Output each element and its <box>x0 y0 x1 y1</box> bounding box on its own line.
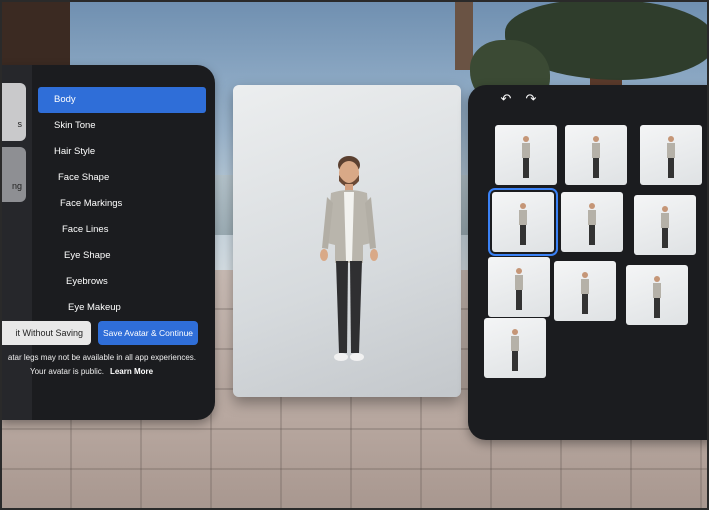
body-option-thumbnail-selected[interactable] <box>488 188 558 256</box>
body-option-thumbnail[interactable] <box>626 265 688 325</box>
body-option-thumbnail[interactable] <box>484 318 546 378</box>
save-avatar-button[interactable]: Save Avatar & Continue <box>98 321 198 345</box>
menu-item-face-lines[interactable]: Face Lines <box>38 217 206 243</box>
avatar-thumbnail-icon <box>515 268 523 310</box>
avatar-thumbnail-icon <box>661 206 669 248</box>
body-options-panel: ↶ ↷ <box>468 85 709 440</box>
menu-item-face-markings[interactable]: Face Markings <box>38 191 206 217</box>
redo-icon[interactable]: ↷ <box>523 91 539 107</box>
menu-item-eyebrows[interactable]: Eyebrows <box>38 269 206 295</box>
body-option-thumbnail[interactable] <box>565 125 627 185</box>
category-rail: s ng <box>0 65 32 420</box>
category-button-label: s <box>17 119 23 129</box>
legs-disclaimer: atar legs may not be available in all ap… <box>7 353 196 362</box>
menu-item-hair-style[interactable]: Hair Style <box>38 139 206 165</box>
body-option-thumbnail[interactable] <box>634 195 696 255</box>
customization-menu-panel: s ng Body Skin Tone Hair Style Face Shap… <box>0 65 215 420</box>
avatar-thumbnail-icon <box>511 329 519 371</box>
avatar-thumbnail-icon <box>592 136 600 178</box>
avatar-thumbnail-icon <box>519 203 527 245</box>
undo-icon[interactable]: ↶ <box>498 91 514 107</box>
avatar-thumbnail-icon <box>653 276 661 318</box>
body-option-thumbnail[interactable] <box>561 192 623 252</box>
avatar-thumbnail-icon <box>588 203 596 245</box>
pillar <box>0 0 70 70</box>
exit-without-saving-button[interactable]: it Without Saving <box>0 321 91 345</box>
body-option-thumbnail[interactable] <box>495 125 557 185</box>
category-button[interactable]: ng <box>0 147 26 202</box>
body-option-thumbnail[interactable] <box>488 257 550 317</box>
avatar-thumbnail-icon <box>667 136 675 178</box>
menu-item-eye-shape[interactable]: Eye Shape <box>38 243 206 269</box>
avatar-thumbnail-icon <box>581 272 589 314</box>
menu-item-eye-makeup[interactable]: Eye Makeup <box>38 295 206 321</box>
avatar-preview[interactable] <box>233 85 461 397</box>
body-feature-menu: Body Skin Tone Hair Style Face Shape Fac… <box>38 87 206 321</box>
privacy-note: Your avatar is public. Learn More <box>30 367 153 376</box>
body-option-thumbnail[interactable] <box>640 125 702 185</box>
privacy-text: Your avatar is public. <box>30 367 104 376</box>
avatar-figure <box>320 156 378 361</box>
learn-more-link[interactable]: Learn More <box>110 367 153 376</box>
menu-item-body[interactable]: Body <box>38 87 206 113</box>
category-button-label: ng <box>11 181 22 191</box>
avatar-thumbnail-icon <box>522 136 530 178</box>
menu-item-face-shape[interactable]: Face Shape <box>38 165 206 191</box>
category-button[interactable]: s <box>0 83 26 141</box>
body-option-thumbnail[interactable] <box>554 261 616 321</box>
menu-item-skin-tone[interactable]: Skin Tone <box>38 113 206 139</box>
